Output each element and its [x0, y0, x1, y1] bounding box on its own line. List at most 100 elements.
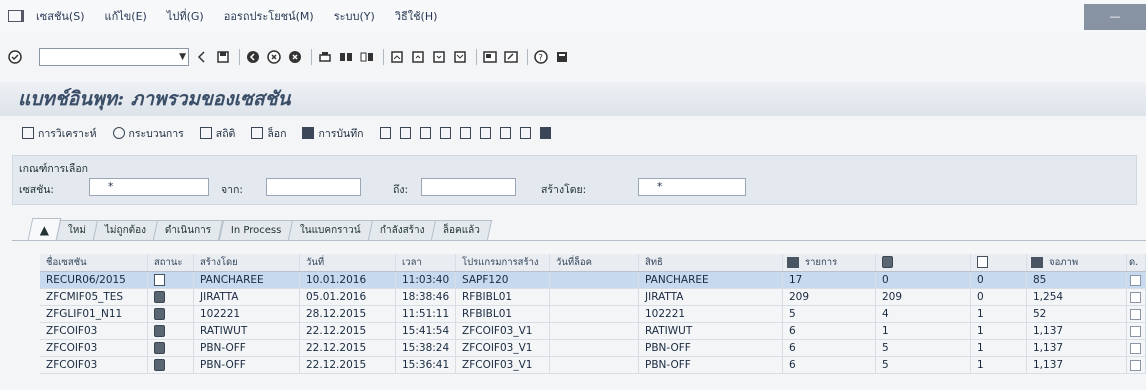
column-header-transactions[interactable]: รายการ [783, 254, 876, 271]
row-transactions: 6 [783, 323, 876, 339]
tab-processed[interactable]: ดำเนินการ [153, 220, 224, 240]
row-authorization: RATIWUT [639, 323, 783, 339]
menu-session[interactable]: เซสชัน(S) [36, 7, 85, 25]
help-icon[interactable]: ? [534, 50, 548, 64]
find-icon[interactable] [339, 50, 353, 64]
command-input[interactable] [40, 49, 170, 64]
title-bar: แบทช์อินพุท: ภาพรวมของเซสชัน [0, 82, 1146, 116]
export-icon[interactable] [499, 127, 511, 139]
table-row[interactable]: ZFCOIF03 PBN-OFF 22.12.2015 15:38:24 ZFCOIF0… [40, 340, 1146, 357]
row-status [148, 289, 194, 305]
column-header-extra[interactable]: ด. [1127, 254, 1146, 271]
column-header-created-by[interactable]: สร้างโดย [194, 254, 300, 271]
row-select-checkbox[interactable] [1130, 360, 1141, 371]
session-table: ชื่อเซสชัน สถานะ สร้างโดย วันที่ เวลา โป… [40, 254, 1146, 374]
new-document-icon [154, 274, 165, 286]
application-toolbar: การวิเคราะห์ กระบวนการ สถิติ ล็อก การบัน… [0, 118, 1146, 148]
unlock-icon[interactable] [419, 127, 431, 139]
lock-icon[interactable] [399, 127, 411, 139]
shortcut-icon[interactable] [504, 50, 518, 64]
column-header-error-count[interactable] [876, 254, 971, 271]
column-header-program[interactable]: โปรแกรมการสร้าง [456, 254, 550, 271]
table-row[interactable]: RECUR06/2015 PANCHAREE 10.01.2016 11:03:40 S… [40, 272, 1146, 289]
last-page-icon[interactable] [453, 50, 467, 64]
table-body: RECUR06/2015 PANCHAREE 10.01.2016 11:03:40 S… [40, 272, 1146, 374]
row-select-checkbox[interactable] [1130, 292, 1141, 303]
print-icon[interactable] [318, 50, 332, 64]
enter-icon[interactable] [8, 50, 22, 64]
set-filter-icon[interactable] [459, 127, 471, 139]
row-session-name: ZFCOIF03 [40, 340, 148, 356]
menu-bar: เซสชัน(S) แก้ไข(E) ไปที่(G) ออรถประโยชน์… [0, 0, 1146, 32]
next-page-icon[interactable] [432, 50, 446, 64]
info-icon[interactable] [539, 127, 551, 139]
cancel-icon[interactable] [288, 50, 302, 64]
layout-menu-icon[interactable] [555, 50, 569, 64]
delete-icon[interactable] [379, 127, 391, 139]
column-header-processed-count[interactable] [971, 254, 1027, 271]
row-program: RFBIBL01 [456, 289, 550, 305]
tab-incorrect[interactable]: ไม่ถูกต้อง [93, 220, 159, 240]
from-date-field[interactable] [266, 178, 361, 196]
exit-session-icon[interactable] [8, 10, 24, 22]
created-by-label: สร้างโดย: [541, 184, 587, 196]
analysis-button[interactable]: การวิเคราะห์ [22, 125, 97, 142]
tab-background[interactable]: ในแบคกราวน์ [287, 220, 373, 240]
tab-in-process[interactable]: In Process [218, 220, 294, 240]
recording-icon [302, 127, 315, 139]
row-lock-date [550, 357, 639, 373]
tab-being-created[interactable]: กำลังสร้าง [367, 220, 437, 240]
recording-button[interactable]: การบันทึก [302, 125, 364, 142]
command-field[interactable]: ▼ [39, 48, 189, 66]
column-header-time[interactable]: เวลา [396, 254, 456, 271]
row-date: 22.12.2015 [300, 357, 396, 373]
process-button[interactable]: กระบวนการ [112, 125, 184, 142]
filter-icon[interactable] [439, 127, 451, 139]
tab-locked[interactable]: ล็อคแล้ว [431, 220, 493, 240]
exit-icon[interactable] [267, 50, 281, 64]
table-row[interactable]: ZFGLIF01_N11 102221 28.12.2015 11:51:11 RFBI… [40, 306, 1146, 323]
menu-system[interactable]: ระบบ(Y) [334, 7, 375, 25]
column-header-session[interactable]: ชื่อเซสชัน [40, 254, 148, 271]
row-select-checkbox[interactable] [1130, 275, 1141, 286]
log-button[interactable]: ล็อก [251, 125, 286, 142]
row-time: 15:38:24 [396, 340, 456, 356]
all-sessions-icon: ▲ [39, 222, 50, 237]
table-row[interactable]: ZFCOIF03 RATIWUT 22.12.2015 15:41:54 ZFCOIF0… [40, 323, 1146, 340]
column-header-authorization[interactable]: สิทธิ [639, 254, 783, 271]
save-icon[interactable] [216, 50, 230, 64]
row-select-checkbox[interactable] [1130, 309, 1141, 320]
find-next-icon[interactable] [360, 50, 374, 64]
column-header-date[interactable]: วันที่ [300, 254, 396, 271]
table-row[interactable]: ZFCOIF03 PBN-OFF 22.12.2015 15:36:41 ZFCOIF0… [40, 357, 1146, 374]
statistics-button[interactable]: สถิติ [199, 125, 235, 142]
session-field[interactable]: * [89, 178, 209, 196]
new-session-icon[interactable] [483, 50, 497, 64]
print-list-icon[interactable] [479, 127, 491, 139]
back-arrow-icon[interactable] [195, 50, 209, 64]
row-select-checkbox[interactable] [1130, 326, 1141, 337]
table-row[interactable]: ZFCMIF05_TES JIRATTA 05.01.2016 18:38:46 RFB… [40, 289, 1146, 306]
column-header-screens[interactable]: จอภาพ [1027, 254, 1127, 271]
menu-utilities[interactable]: ออรถประโยชน์(M) [224, 7, 314, 25]
previous-page-icon[interactable] [411, 50, 425, 64]
chevron-down-icon[interactable]: ▼ [179, 52, 186, 62]
column-header-lock-date[interactable]: วันที่ล็อค [550, 254, 639, 271]
row-date: 22.12.2015 [300, 323, 396, 339]
column-header-status[interactable]: สถานะ [148, 254, 194, 271]
menu-goto[interactable]: ไปที่(G) [167, 7, 204, 25]
row-screens: 1,254 [1027, 289, 1127, 305]
first-page-icon[interactable] [390, 50, 404, 64]
back-icon[interactable] [246, 50, 260, 64]
menu-help[interactable]: วิธีใช้(H) [395, 7, 438, 25]
tab-new[interactable]: ใหม่ [56, 220, 99, 240]
process-label: กระบวนการ [128, 127, 184, 140]
menu-edit[interactable]: แก้ไข(E) [105, 7, 147, 25]
layout-icon[interactable] [519, 127, 531, 139]
row-select-checkbox[interactable] [1130, 343, 1141, 354]
status-tabs: ▲ ใหม่ ไม่ถูกต้อง ดำเนินการ In Process ใ… [27, 218, 493, 240]
created-by-field[interactable]: * [638, 178, 746, 196]
row-date: 10.01.2016 [300, 272, 396, 288]
to-date-field[interactable] [421, 178, 516, 196]
minimize-button[interactable]: — [1084, 4, 1146, 30]
